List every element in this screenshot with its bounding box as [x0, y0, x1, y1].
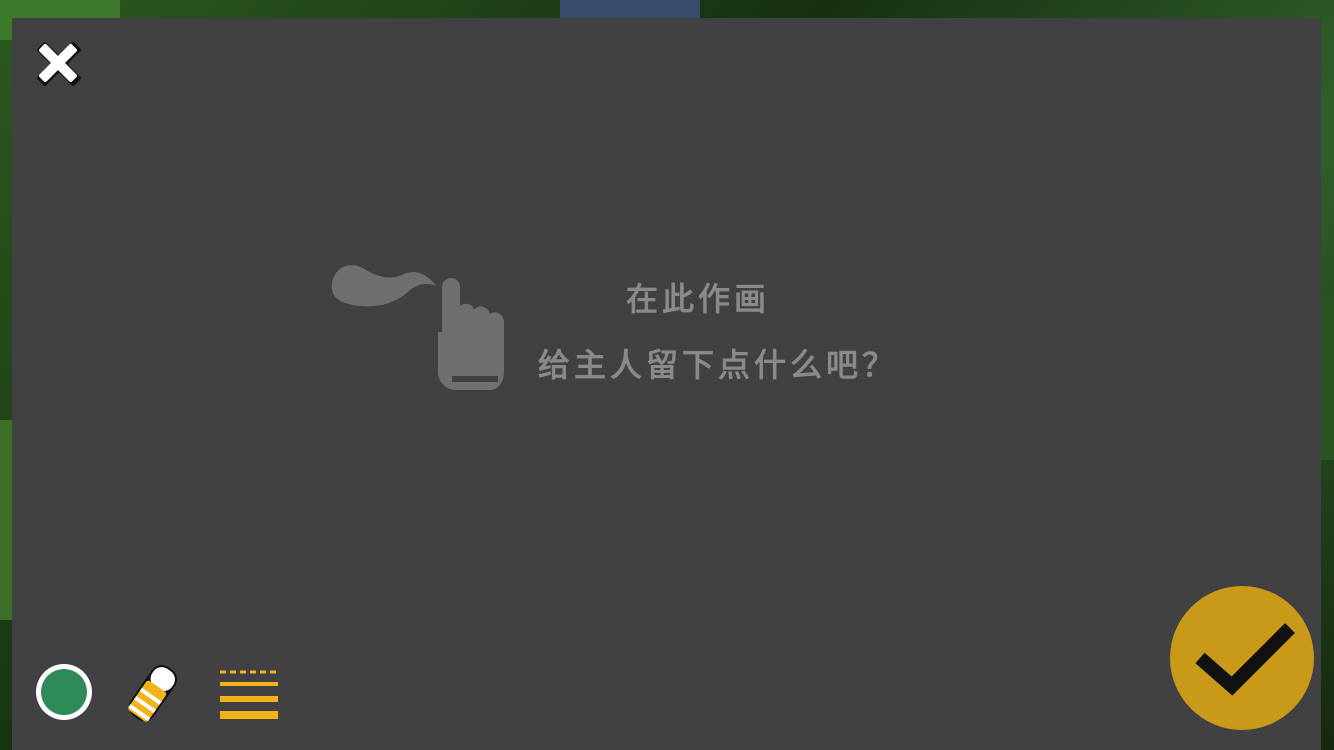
close-button[interactable] — [30, 36, 88, 92]
eraser-icon — [128, 665, 177, 722]
checkmark-icon — [1195, 623, 1295, 696]
color-picker-button[interactable] — [36, 664, 92, 720]
color-swatch — [41, 669, 87, 715]
brush-size-button[interactable] — [218, 668, 280, 722]
hint-line-2: 给主人留下点什么吧？ — [538, 346, 899, 384]
eraser-button[interactable] — [118, 658, 188, 728]
pointing-hand-icon — [330, 262, 508, 394]
hint-line-1: 在此作画 — [626, 280, 771, 318]
line-weight-icon — [220, 670, 278, 719]
confirm-button[interactable] — [1170, 586, 1314, 730]
close-x-icon — [37, 42, 81, 86]
